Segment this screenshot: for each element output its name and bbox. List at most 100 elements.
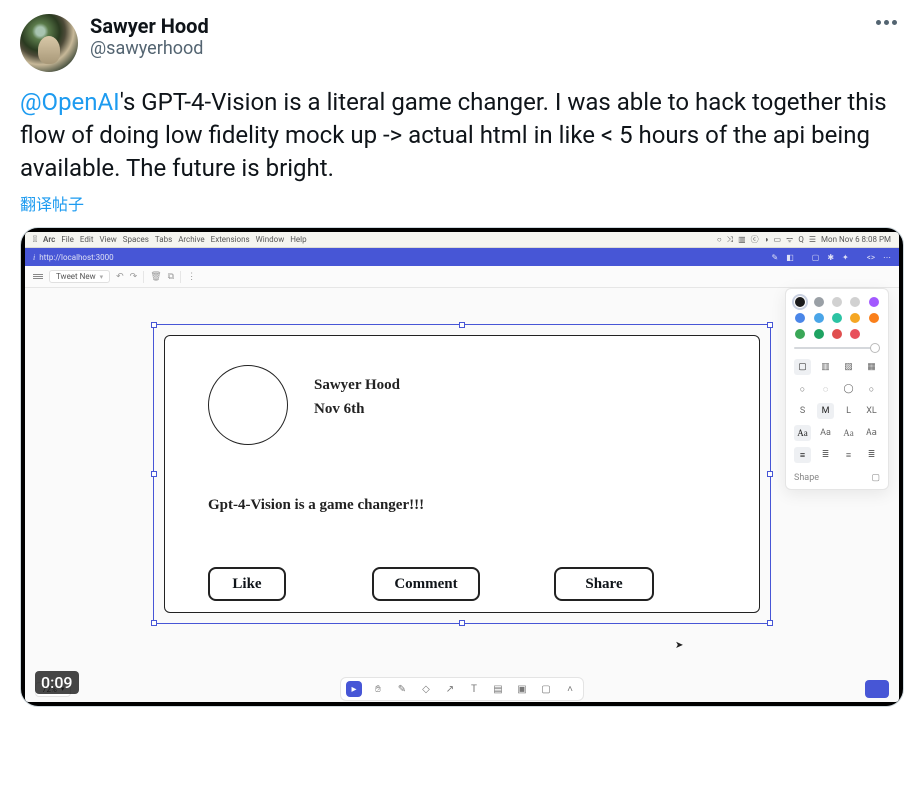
stroke-slider[interactable] bbox=[794, 347, 880, 349]
font-serif[interactable]: Aa bbox=[840, 425, 857, 441]
mock-date[interactable]: Nov 6th bbox=[314, 401, 364, 418]
url-field[interactable]: i http://localhost:3000 bbox=[33, 253, 114, 262]
urlbar-edit-icon[interactable]: ✎ bbox=[772, 253, 779, 262]
fill-dots-icon[interactable]: ▦ bbox=[863, 359, 880, 375]
swatch[interactable] bbox=[832, 297, 842, 307]
tool-more-icon[interactable]: ˄ bbox=[562, 681, 578, 697]
shape-picker-icon[interactable]: ▢ bbox=[871, 473, 880, 483]
size-s[interactable]: S bbox=[794, 403, 811, 419]
more-icon[interactable]: ⋮ bbox=[187, 272, 196, 282]
menu-edit[interactable]: Edit bbox=[80, 235, 94, 244]
mock-body[interactable]: Gpt-4-Vision is a game changer!!! bbox=[208, 497, 424, 514]
menu-help[interactable]: Help bbox=[290, 235, 306, 244]
mock-avatar[interactable] bbox=[208, 365, 288, 445]
font-sans[interactable]: Aa bbox=[817, 425, 834, 441]
action-button[interactable] bbox=[865, 680, 889, 698]
selection-box[interactable]: Sawyer Hood Nov 6th Gpt-4-Vision is a ga… bbox=[153, 324, 771, 624]
swatch[interactable] bbox=[850, 313, 860, 323]
menu-spaces[interactable]: Spaces bbox=[123, 235, 149, 244]
hamburger-icon[interactable] bbox=[33, 274, 43, 279]
urlbar-gear-icon[interactable]: ✱ bbox=[827, 253, 834, 262]
resize-handle[interactable] bbox=[459, 322, 465, 328]
fill-hatched-icon[interactable]: ▨ bbox=[840, 359, 857, 375]
app-toolbar: Tweet New▾ ↶ ↷ 🗑︎ ⧉ ⋮ bbox=[25, 266, 899, 288]
menu-window[interactable]: Window bbox=[256, 235, 285, 244]
fill-none-icon[interactable]: ▢ bbox=[794, 359, 811, 375]
menu-ext[interactable]: Extensions bbox=[211, 235, 250, 244]
tool-select-icon[interactable]: ▸ bbox=[346, 681, 362, 697]
mock-like-button[interactable]: Like bbox=[208, 567, 286, 601]
video-media[interactable]:  Arc File Edit View Spaces Tabs Archive… bbox=[20, 227, 904, 707]
font-draw[interactable]: Aa bbox=[794, 425, 811, 441]
urlbar-ext-icon[interactable]: <> bbox=[867, 253, 875, 262]
align-justify-icon[interactable]: ≣ bbox=[863, 447, 880, 463]
display-name[interactable]: Sawyer Hood bbox=[90, 14, 209, 38]
menu-file[interactable]: File bbox=[61, 235, 74, 244]
menu-archive[interactable]: Archive bbox=[178, 235, 204, 244]
dash-line-icon[interactable]: ○ bbox=[794, 381, 811, 397]
resize-handle[interactable] bbox=[767, 322, 773, 328]
swatch[interactable] bbox=[795, 329, 805, 339]
dash-dot-icon[interactable]: ◯ bbox=[840, 381, 857, 397]
tool-draw-icon[interactable]: ✎ bbox=[394, 681, 410, 697]
swatch[interactable] bbox=[869, 297, 879, 307]
undo-icon[interactable]: ↶ bbox=[116, 272, 124, 282]
font-mono[interactable]: Aa bbox=[863, 425, 880, 441]
urlbar-window-icon[interactable]: ▢ bbox=[812, 253, 820, 262]
fill-solid-icon[interactable]: ▥ bbox=[817, 359, 834, 375]
trash-icon[interactable]: 🗑︎ bbox=[150, 272, 161, 282]
swatch[interactable] bbox=[832, 313, 842, 323]
swatch[interactable] bbox=[814, 329, 824, 339]
urlbar-more-icon[interactable]: ⋯ bbox=[883, 253, 891, 262]
swatch[interactable] bbox=[850, 329, 860, 339]
info-icon: i bbox=[33, 253, 35, 262]
resize-handle[interactable] bbox=[767, 471, 773, 477]
size-xl[interactable]: XL bbox=[863, 403, 880, 419]
handle[interactable]: @sawyerhood bbox=[90, 38, 209, 60]
mock-author[interactable]: Sawyer Hood bbox=[314, 377, 400, 394]
mock-share-button[interactable]: Share bbox=[554, 567, 654, 601]
resize-handle[interactable] bbox=[151, 471, 157, 477]
tool-eraser-icon[interactable]: ◇ bbox=[418, 681, 434, 697]
swatch[interactable] bbox=[795, 313, 805, 323]
tool-note-icon[interactable]: ▤ bbox=[490, 681, 506, 697]
resize-handle[interactable] bbox=[767, 620, 773, 626]
tool-image-icon[interactable]: ▣ bbox=[514, 681, 530, 697]
mention-link[interactable]: @OpenAI bbox=[20, 88, 120, 116]
urlbar-settings-icon[interactable]: ✦ bbox=[842, 253, 849, 262]
dash-arrow-icon[interactable]: ○ bbox=[863, 381, 880, 397]
duplicate-icon[interactable]: ⧉ bbox=[168, 272, 174, 282]
align-left-icon[interactable]: ≡ bbox=[794, 447, 811, 463]
redo-icon[interactable]: ↷ bbox=[130, 272, 138, 282]
swatch[interactable] bbox=[832, 329, 842, 339]
tool-frame-icon[interactable]: ▢ bbox=[538, 681, 554, 697]
canvas[interactable]: Sawyer Hood Nov 6th Gpt-4-Vision is a ga… bbox=[25, 288, 899, 702]
mock-comment-button[interactable]: Comment bbox=[372, 567, 480, 601]
resize-handle[interactable] bbox=[459, 620, 465, 626]
doc-name-chip[interactable]: Tweet New▾ bbox=[49, 270, 110, 283]
translate-link[interactable]: 翻译帖子 bbox=[20, 191, 84, 215]
tool-arrow-icon[interactable]: ↗ bbox=[442, 681, 458, 697]
align-center-icon[interactable]: ≣ bbox=[817, 447, 834, 463]
size-m[interactable]: M bbox=[817, 403, 834, 419]
swatch[interactable] bbox=[814, 313, 824, 323]
size-l[interactable]: L bbox=[840, 403, 857, 419]
menu-view[interactable]: View bbox=[99, 235, 116, 244]
swatch[interactable] bbox=[814, 297, 824, 307]
menu-tabs[interactable]: Tabs bbox=[155, 235, 172, 244]
urlbar-camera-icon[interactable]: ◧ bbox=[786, 253, 794, 262]
swatch[interactable] bbox=[795, 297, 805, 307]
tweet-text: @OpenAI's GPT-4-Vision is a literal game… bbox=[20, 86, 904, 185]
resize-handle[interactable] bbox=[151, 322, 157, 328]
swatch[interactable] bbox=[850, 297, 860, 307]
dash-dash-icon[interactable]: ◌ bbox=[817, 381, 834, 397]
swatch[interactable] bbox=[869, 313, 879, 323]
align-right-icon[interactable]: ≡ bbox=[840, 447, 857, 463]
menubar-clock: Mon Nov 6 8:08 PM bbox=[821, 235, 891, 244]
bottom-bar: 72%▾ ▸ ✋︎ ✎ ◇ ↗ T ▤ ▣ ▢ ˄ bbox=[25, 676, 899, 702]
avatar[interactable] bbox=[20, 14, 78, 72]
resize-handle[interactable] bbox=[151, 620, 157, 626]
more-button[interactable] bbox=[868, 14, 904, 34]
tool-hand-icon[interactable]: ✋︎ bbox=[370, 681, 386, 697]
tool-text-icon[interactable]: T bbox=[466, 681, 482, 697]
